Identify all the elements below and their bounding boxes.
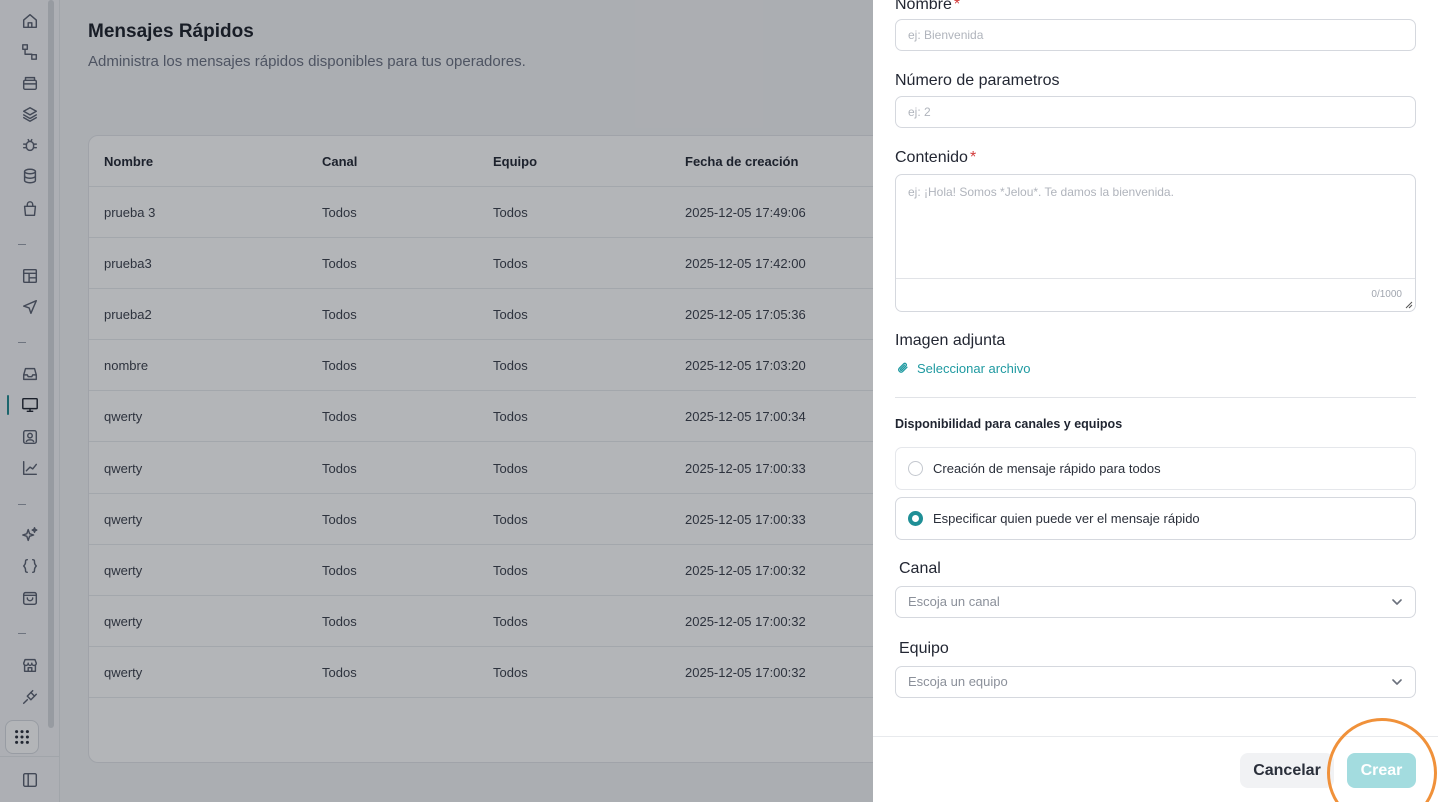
modal-backdrop[interactable] [0,0,873,802]
cancel-button[interactable]: Cancelar [1240,753,1334,788]
content-label: Contenido * [895,149,976,167]
textarea-divider [896,278,1415,279]
radio-option-specific-label: Especificar quien puede ver el mensaje r… [933,511,1200,526]
name-label-text: Nombre [895,0,952,13]
channel-placeholder: Escoja un canal [908,594,1000,609]
content-placeholder: ej: ¡Hola! Somos *Jelou*. Te damos la bi… [908,185,1174,199]
create-button[interactable]: Crear [1347,753,1416,788]
content-label-text: Contenido [895,149,968,166]
radio-option-specific[interactable]: Especificar quien puede ver el mensaje r… [895,497,1416,540]
select-file-text: Seleccionar archivo [917,360,1031,376]
required-mark: * [953,0,961,13]
name-input[interactable]: ej: Bienvenida [895,19,1416,51]
content-textarea[interactable]: ej: ¡Hola! Somos *Jelou*. Te damos la bi… [895,174,1416,312]
radio-unchecked[interactable] [908,461,923,476]
required-mark: * [969,149,977,166]
divider [895,397,1416,398]
resize-grip-icon[interactable] [1405,301,1413,309]
chevron-down-icon [1392,599,1402,605]
radio-option-all-label: Creación de mensaje rápido para todos [933,461,1161,476]
create-quick-message-drawer: Nombre * ej: Bienvenida Número de paramet… [873,0,1438,802]
channel-label: Canal [899,560,941,577]
select-file-link[interactable]: Seleccionar archivo [895,360,1030,376]
params-label: Número de parametros [895,72,1060,89]
params-input[interactable]: ej: 2 [895,96,1416,128]
radio-checked[interactable] [908,511,923,526]
drawer-footer: Cancelar Crear [873,736,1438,802]
channel-select[interactable]: Escoja un canal [895,586,1416,618]
character-counter: 0/1000 [1371,289,1402,300]
team-label: Equipo [899,640,949,657]
chevron-down-icon [1392,679,1402,685]
paperclip-icon [898,362,908,373]
name-label: Nombre * [895,0,960,14]
team-placeholder: Escoja un equipo [908,674,1008,689]
radio-option-all[interactable]: Creación de mensaje rápido para todos [895,447,1416,490]
image-label: Imagen adjunta [895,332,1006,349]
availability-title: Disponibilidad para canales y equipos [895,417,1123,431]
team-select[interactable]: Escoja un equipo [895,666,1416,698]
